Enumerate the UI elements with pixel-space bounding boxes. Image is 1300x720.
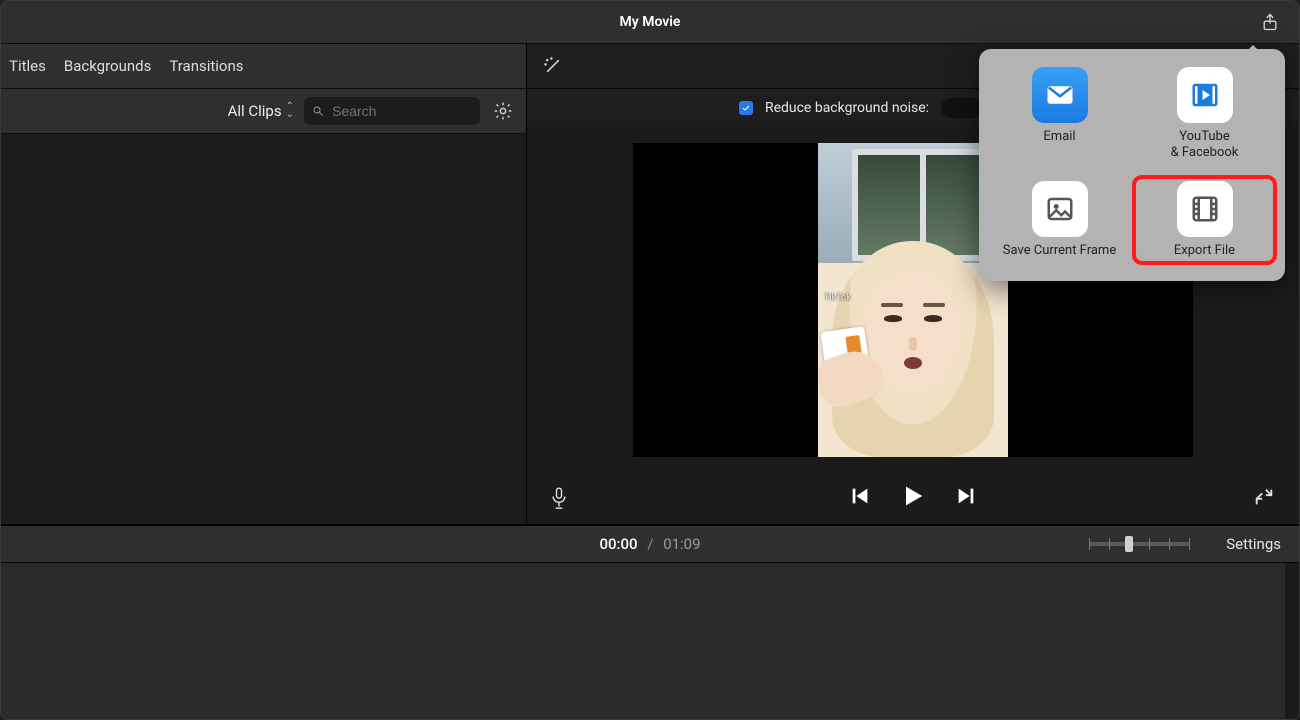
tab-titles[interactable]: Titles [9, 57, 46, 75]
media-browser: Titles Backgrounds Transitions All Clips… [1, 44, 527, 524]
expand-icon [1253, 486, 1275, 508]
skip-forward-icon [955, 485, 977, 507]
browser-settings-button[interactable] [490, 98, 516, 124]
tab-transitions[interactable]: Transitions [169, 57, 243, 75]
share-button[interactable] [1257, 9, 1283, 35]
play-icon [899, 482, 927, 510]
microphone-icon [549, 486, 569, 512]
tiktok-watermark: TikTok [824, 293, 851, 304]
timeline-zoom-slider[interactable] [1089, 542, 1189, 546]
save-frame-label: Save Current Frame [1003, 243, 1116, 259]
picture-icon-box [1032, 181, 1088, 237]
search-icon [312, 104, 324, 118]
total-duration: 01:09 [663, 535, 700, 553]
project-title: My Movie [620, 14, 681, 30]
tab-backgrounds[interactable]: Backgrounds [64, 57, 151, 75]
timeline-settings-button[interactable]: Settings [1226, 535, 1281, 553]
check-icon [741, 103, 751, 113]
previous-button[interactable] [849, 485, 871, 511]
browser-filter-row: All Clips ⌃⌄ [1, 89, 526, 134]
mail-app-icon [1032, 67, 1088, 123]
skip-back-icon [849, 485, 871, 507]
fullscreen-button[interactable] [1253, 486, 1277, 510]
app-window: My Movie Titles Backgrounds Transitions … [0, 0, 1300, 720]
current-time: 00:00 [599, 535, 637, 553]
envelope-icon [1045, 80, 1075, 110]
timeline-header: 00:00 / 01:09 Settings [1, 525, 1299, 563]
share-youtube-label: YouTube& Facebook [1171, 129, 1239, 161]
time-separator: / [647, 535, 653, 553]
save-current-frame-button[interactable]: Save Current Frame [989, 177, 1130, 263]
browser-content [1, 134, 526, 524]
share-email-label: Email [1043, 129, 1075, 145]
share-icon [1260, 12, 1280, 32]
timeline-area[interactable] [1, 563, 1299, 720]
chevron-updown-icon: ⌃⌄ [286, 103, 294, 119]
reduce-noise-checkbox[interactable] [739, 101, 753, 115]
export-file-label: Export File [1174, 243, 1235, 259]
transport-controls [849, 482, 977, 514]
share-popover: Email YouTube& Facebook Save Current Fra… [979, 49, 1285, 281]
clip-filter-label: All Clips [228, 102, 282, 120]
reduce-noise-label: Reduce background noise: [765, 100, 929, 116]
zoom-handle[interactable] [1125, 536, 1133, 552]
share-email-button[interactable]: Email [989, 63, 1130, 165]
timecode-display: 00:00 / 01:09 [599, 535, 700, 553]
clip-filter-dropdown[interactable]: All Clips ⌃⌄ [228, 102, 294, 120]
video-share-icon [1177, 67, 1233, 123]
picture-icon [1045, 194, 1075, 224]
browser-tabs: Titles Backgrounds Transitions [1, 44, 526, 89]
play-button[interactable] [899, 482, 927, 514]
search-field[interactable] [304, 97, 480, 125]
film-icon [1190, 194, 1220, 224]
enhance-wand-button[interactable] [539, 52, 567, 80]
search-input[interactable] [330, 102, 472, 120]
voiceover-button[interactable] [549, 486, 573, 510]
film-icon-box [1177, 181, 1233, 237]
film-play-icon [1190, 80, 1220, 110]
playback-bar [527, 472, 1299, 524]
share-youtube-facebook-button[interactable]: YouTube& Facebook [1134, 63, 1275, 165]
export-file-button[interactable]: Export File [1134, 177, 1275, 263]
titlebar: My Movie [1, 1, 1299, 44]
gear-icon [493, 101, 513, 121]
wand-icon [543, 56, 563, 76]
next-button[interactable] [955, 485, 977, 511]
